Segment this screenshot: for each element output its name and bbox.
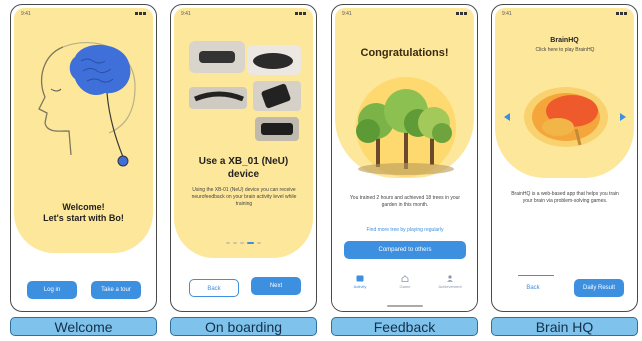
back-underline xyxy=(518,275,554,276)
brainhq-play-link[interactable]: Click here to play BrainHQ xyxy=(506,47,624,54)
page-dot[interactable] xyxy=(257,242,261,244)
onboarding-heading: Use a XB_01 (NeU) device xyxy=(171,155,316,181)
status-time: 9:41 xyxy=(181,11,191,17)
signal-icon xyxy=(134,11,146,17)
user-icon xyxy=(447,275,453,282)
signal-icon xyxy=(294,11,306,17)
welcome-heading: Welcome! Let's start with Bo! xyxy=(11,202,156,224)
welcome-heading-line1: Welcome! xyxy=(62,202,105,212)
tab-label: Achievement xyxy=(438,284,462,289)
bottom-tab-bar: Activity Game Achievement xyxy=(332,261,477,311)
brainhq-description: BrainHQ is a web-based app that helps yo… xyxy=(511,191,619,204)
back-button[interactable]: Back xyxy=(189,279,239,297)
status-bar: 9:41 xyxy=(342,11,467,19)
tab-activity[interactable]: Activity xyxy=(340,275,380,289)
left-arrow-icon[interactable] xyxy=(504,113,510,121)
welcome-heading-line2: Let's start with Bo! xyxy=(43,213,124,223)
feedback-summary: You trained 2 hours and achieved 18 tree… xyxy=(349,195,461,208)
compared-to-others-button[interactable]: Compared to others xyxy=(344,241,466,259)
feedback-heading: Congratulations! xyxy=(360,47,449,59)
tab-label: Game xyxy=(399,284,411,289)
caption-welcome: Welcome xyxy=(10,317,157,336)
home-icon xyxy=(401,275,409,282)
caption-onboarding: On boarding xyxy=(170,317,317,336)
brainhq-heading: BrainHQ xyxy=(550,37,579,44)
back-button[interactable]: Back xyxy=(508,279,558,297)
signal-icon xyxy=(455,11,467,17)
find-more-link[interactable]: Find more tree by playing regularly xyxy=(346,227,464,234)
tab-label: Activity xyxy=(353,284,367,289)
status-bar: 9:41 xyxy=(181,11,306,19)
onboarding-heading-line1: Use a XB_01 (NeU) xyxy=(198,156,289,167)
caption-feedback: Feedback xyxy=(331,317,478,336)
brainhq-screen: 9:41 BrainHQ Click here to play BrainHQ … xyxy=(491,4,638,312)
device-photos xyxy=(189,41,301,141)
status-time: 9:41 xyxy=(342,11,352,17)
take-tour-button[interactable]: Take a tour xyxy=(91,281,141,299)
status-time: 9:41 xyxy=(502,11,512,17)
page-dot[interactable] xyxy=(233,242,237,244)
garden-trees-illustration xyxy=(356,77,456,177)
tab-achievement[interactable]: Achievement xyxy=(430,275,470,289)
signal-icon xyxy=(615,11,627,17)
status-bar: 9:41 xyxy=(21,11,146,19)
onboarding-description: Using the XB-01 (NeU) device you can rec… xyxy=(191,187,297,207)
head-brain-illustration xyxy=(38,42,136,167)
welcome-screen: 9:41 Welcome! Let's start with Bo! Log i… xyxy=(10,4,157,312)
page-dot[interactable] xyxy=(240,242,244,244)
tab-game[interactable]: Game xyxy=(385,275,425,289)
next-button[interactable]: Next xyxy=(251,277,301,295)
caption-brainhq: Brain HQ xyxy=(491,317,638,336)
activity-icon xyxy=(356,275,364,282)
login-button[interactable]: Log in xyxy=(27,281,77,299)
right-arrow-icon[interactable] xyxy=(620,113,626,121)
home-indicator xyxy=(386,305,423,307)
status-bar: 9:41 xyxy=(502,11,627,19)
page-dot-active[interactable] xyxy=(247,242,254,244)
page-dot[interactable] xyxy=(226,242,230,244)
daily-result-button[interactable]: Daily Result xyxy=(574,279,624,297)
onboarding-screen: 9:41 Use a XB_01 (NeU) device Using the … xyxy=(170,4,317,312)
page-indicator xyxy=(171,231,316,249)
brain-heatmap-illustration xyxy=(504,87,626,147)
status-time: 9:41 xyxy=(21,11,31,17)
feedback-screen: 9:41 Congratulations! You trained 2 hour… xyxy=(331,4,478,312)
onboarding-heading-line2: device xyxy=(227,169,260,180)
